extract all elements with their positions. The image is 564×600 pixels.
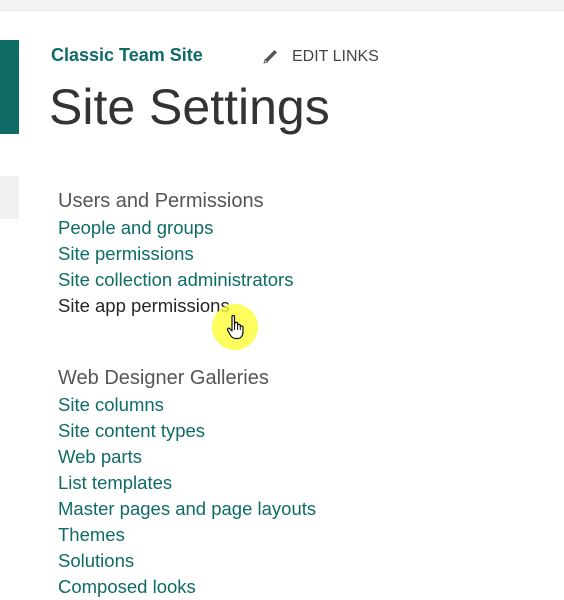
section-heading: Users and Permissions: [58, 190, 264, 212]
site-logo[interactable]: [0, 40, 19, 134]
link-master-pages[interactable]: Master pages and page layouts: [58, 496, 316, 522]
site-title-link[interactable]: Classic Team Site: [51, 45, 203, 66]
link-site-app-permissions[interactable]: Site app permissions: [58, 293, 293, 319]
link-site-collection-administrators[interactable]: Site collection administrators: [58, 267, 293, 293]
link-list-templates[interactable]: List templates: [58, 470, 316, 496]
link-site-permissions[interactable]: Site permissions: [58, 241, 293, 267]
link-solutions[interactable]: Solutions: [58, 548, 316, 574]
link-people-and-groups[interactable]: People and groups: [58, 215, 293, 241]
section-web-designer-galleries: Web Designer Galleries Site columns Site…: [58, 365, 316, 600]
link-web-parts[interactable]: Web parts: [58, 444, 316, 470]
link-themes[interactable]: Themes: [58, 522, 316, 548]
left-nav-item[interactable]: [0, 176, 19, 219]
link-composed-looks[interactable]: Composed looks: [58, 574, 316, 600]
page-title: Site Settings: [49, 79, 330, 135]
section-users-and-permissions: Users and Permissions People and groups …: [58, 188, 293, 319]
link-site-content-types[interactable]: Site content types: [58, 418, 316, 444]
pencil-icon: [263, 50, 277, 64]
edit-links-button[interactable]: EDIT LINKS: [262, 48, 379, 66]
top-suite-bar: [0, 0, 564, 11]
link-site-columns[interactable]: Site columns: [58, 392, 316, 418]
edit-links-label: EDIT LINKS: [292, 48, 379, 65]
hand-pointer-icon: [226, 314, 244, 340]
section-heading: Web Designer Galleries: [58, 367, 269, 389]
